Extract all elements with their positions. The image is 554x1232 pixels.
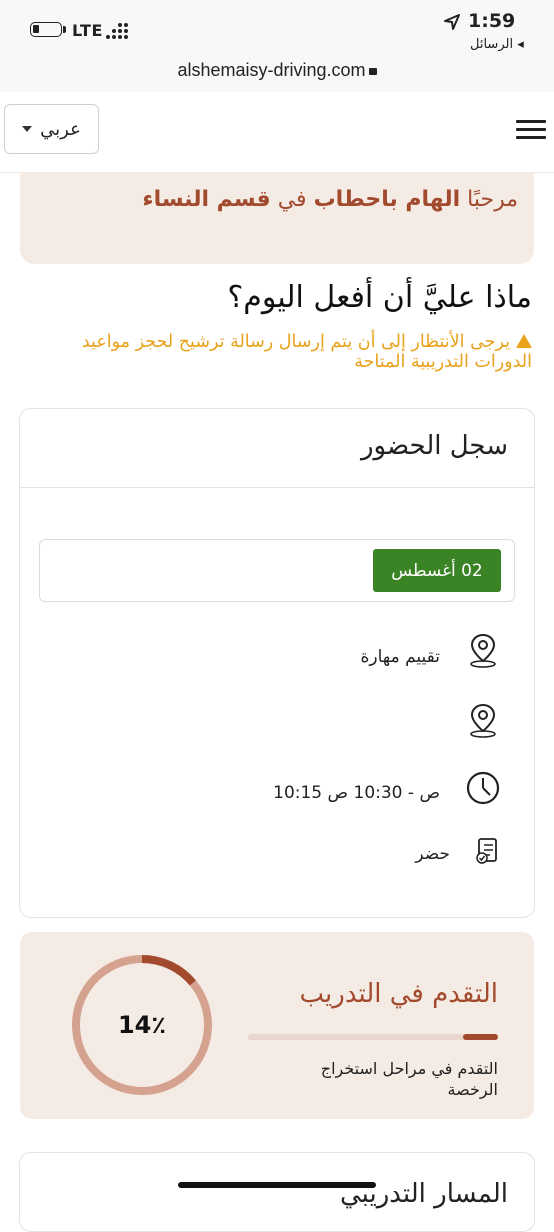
caret-down-icon xyxy=(22,126,33,132)
card-title: سجل الحضور xyxy=(361,431,508,461)
menu-button[interactable] xyxy=(516,120,546,140)
warning-notice: يرجى الأنتظار إلى أن يتم إرسال رسالة ترش… xyxy=(32,332,532,372)
welcome-text: مرحبًا الهام باحطاب في قسم النساء xyxy=(142,187,518,212)
date-badge: 02 أغسطس xyxy=(373,549,501,592)
progress-bar xyxy=(248,1034,498,1040)
back-to-app-link[interactable]: ◂ الرسائل xyxy=(470,37,524,52)
notice-text: يرجى الأنتظار إلى أن يتم إرسال رسالة ترش… xyxy=(81,332,532,372)
map-pin-icon xyxy=(470,703,496,738)
page-title: ماذا عليَّ أن أفعل اليوم؟ xyxy=(227,280,532,315)
card-header: سجل الحضور xyxy=(20,409,534,488)
warning-icon xyxy=(516,334,532,348)
section-name: قسم النساء xyxy=(142,187,271,212)
welcome-in: في xyxy=(277,187,307,212)
battery-tip xyxy=(63,26,66,33)
home-indicator xyxy=(178,1182,376,1188)
language-label: عربي xyxy=(40,118,81,140)
user-name: الهام باحطاب xyxy=(313,187,461,212)
welcome-greeting: مرحبًا xyxy=(467,187,518,212)
lesson-time: 10:15 ص - 10:30 ص xyxy=(273,783,440,803)
menu-bar-icon xyxy=(516,120,546,123)
welcome-banner: مرحبًا الهام باحطاب في قسم النساء xyxy=(20,172,534,264)
back-app-label: الرسائل xyxy=(470,37,514,52)
signal-icon xyxy=(106,23,128,39)
progress-title: التقدم في التدريب xyxy=(299,979,498,1009)
url-text: alshemaisy-driving.com xyxy=(177,60,366,80)
attendance-card: سجل الحضور xyxy=(19,408,535,918)
carrier-label: LTE xyxy=(72,21,103,40)
lesson-type: تقييم مهارة xyxy=(360,647,440,667)
location-arrow-icon xyxy=(444,14,460,30)
date-row: 02 أغسطس xyxy=(39,539,515,602)
progress-subtitle: التقدم في مراحل استخراج الرخصة xyxy=(320,1059,498,1099)
progress-percent-label: 14٪ xyxy=(118,1011,166,1039)
battery-icon xyxy=(30,22,62,37)
progress-bar-fill xyxy=(463,1034,498,1040)
lock-icon xyxy=(368,68,377,75)
menu-bar-icon xyxy=(516,136,546,139)
clock-icon xyxy=(466,771,500,805)
attendance-status: حضر xyxy=(415,844,450,864)
checklist-icon xyxy=(476,838,497,864)
map-pin-icon xyxy=(470,633,496,668)
training-path-card: المسار التدريبي xyxy=(19,1152,535,1232)
status-time: 1:59 xyxy=(468,10,516,32)
url-bar[interactable]: alshemaisy-driving.com xyxy=(0,56,554,93)
language-select[interactable]: عربي xyxy=(4,104,99,154)
menu-bar-icon xyxy=(516,128,546,131)
progress-ring: 14٪ xyxy=(72,955,212,1095)
